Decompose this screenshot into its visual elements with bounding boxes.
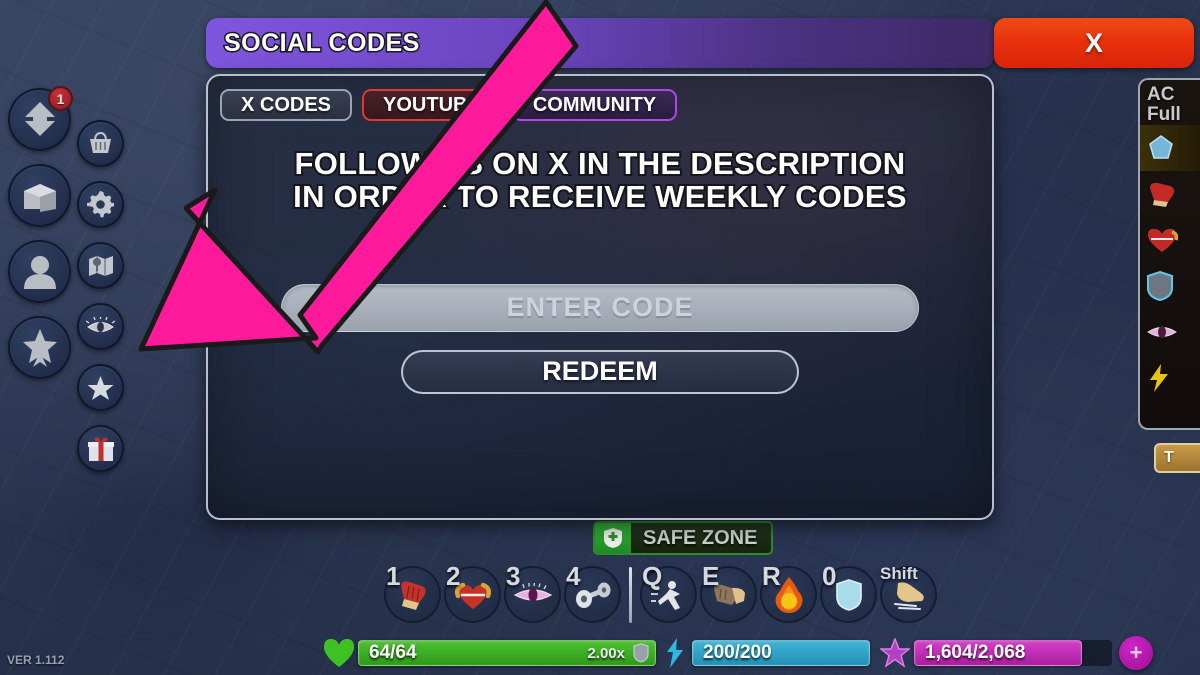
star-rank-icon <box>22 328 57 367</box>
hotbar-slot-4[interactable]: 4 <box>564 561 621 623</box>
sidebar-item-map[interactable] <box>77 242 124 289</box>
star-icon <box>87 375 114 400</box>
hotbar-slot-shift[interactable]: Shift <box>880 564 937 623</box>
sidebar-item-star[interactable] <box>77 364 124 411</box>
profile-person-icon <box>23 255 56 289</box>
right-side-panel[interactable]: AC Full <box>1138 78 1200 430</box>
shop-basket-icon <box>90 131 111 153</box>
sidebar-item-settings[interactable] <box>77 181 124 228</box>
hotbar-slot-1[interactable]: 1 <box>384 561 441 623</box>
gem-icon <box>1149 134 1173 159</box>
hotbar-key-e: E <box>702 561 720 591</box>
hotbar-slot-2[interactable]: 2 <box>444 561 501 623</box>
code-input-placeholder: ENTER CODE <box>506 292 694 323</box>
gift-icon <box>87 437 114 461</box>
stamina-bar: 200/200 <box>692 640 870 666</box>
right-panel-tag[interactable]: T <box>1154 443 1200 473</box>
right-panel-row-eye[interactable] <box>1140 309 1200 355</box>
stamina-bolt-icon <box>667 638 683 668</box>
heart-health-icon <box>324 639 354 667</box>
inventory-box-icon <box>23 183 56 212</box>
hotbar-key-shift: Shift <box>880 564 918 583</box>
hotbar-key-q: Q <box>642 561 663 591</box>
modal-titlebar: SOCIAL CODES X <box>206 18 1194 68</box>
headline-line-1: FOLLOW US ON X IN THE DESCRIPTION <box>293 144 908 182</box>
experience-track: 1,604/2,068 <box>914 640 1112 666</box>
code-input[interactable]: ENTER CODE <box>281 283 919 332</box>
sidebar-item-gift[interactable] <box>77 425 124 472</box>
modal-headline: FOLLOW US ON X IN THE DESCRIPTION IN ORD… <box>208 144 992 216</box>
tab-row: X CODES YOUTUBE COMMUNITY <box>208 76 992 121</box>
sidebar-secondary-column <box>77 88 124 472</box>
hotbar-key-3: 3 <box>506 561 521 591</box>
settings-gear-icon <box>87 191 114 218</box>
stat-bars: 64/64 2.00x 200/200 1,604/2,068 + <box>322 636 1153 670</box>
bolt-icon <box>1150 363 1168 392</box>
hotbar: 1 2 3 4 Q E R 0 Shift <box>384 561 937 623</box>
experience-value: 1,604/2,068 <box>925 642 1026 663</box>
shield-multiplier-icon <box>633 643 649 663</box>
tab-community[interactable]: COMMUNITY <box>511 89 678 121</box>
sidebar-item-eye[interactable] <box>77 303 124 350</box>
experience-bar: 1,604/2,068 <box>914 640 1082 666</box>
tab-youtube[interactable]: YOUTUBE <box>362 89 502 121</box>
headline-line-2: IN ORDER TO RECEIVE WEEKLY CODES <box>291 178 908 216</box>
eye-icon <box>86 316 115 332</box>
redeem-button[interactable]: REDEEM <box>401 349 799 394</box>
right-panel-row-heart[interactable] <box>1140 217 1200 263</box>
hotbar-key-r: R <box>762 561 781 591</box>
map-icon <box>88 255 113 276</box>
health-multiplier: 2.00x <box>587 644 625 662</box>
hotbar-key-4: 4 <box>566 561 581 591</box>
version-label: VER 1.112 <box>7 653 65 667</box>
right-panel-subtitle: Full <box>1147 103 1181 125</box>
safe-zone-label: SAFE ZONE <box>643 526 758 549</box>
social-codes-modal: SOCIAL CODES X X CODES YOUTUBE COMMUNITY… <box>206 18 1194 520</box>
sprint-foot-icon <box>893 581 924 610</box>
sidebar-item-profile[interactable] <box>8 240 71 303</box>
hotbar-slot-3[interactable]: 3 <box>504 561 561 623</box>
hotbar-slot-r[interactable]: R <box>760 561 817 623</box>
close-button[interactable]: X <box>994 18 1194 68</box>
hotbar-key-1: 1 <box>386 561 401 591</box>
eye-icon <box>1147 325 1177 338</box>
sidebar-item-upgrade[interactable]: 1 <box>8 86 73 151</box>
health-value: 64/64 <box>369 642 417 663</box>
add-button[interactable]: + <box>1119 636 1153 670</box>
tab-x-codes[interactable]: X CODES <box>220 89 353 121</box>
fist-icon <box>1150 182 1174 207</box>
shield-icon <box>1147 270 1173 301</box>
right-panel-row-shield[interactable] <box>1140 263 1200 309</box>
health-bar: 64/64 2.00x <box>358 640 656 666</box>
modal-body: X CODES YOUTUBE COMMUNITY FOLLOW US ON X… <box>206 74 994 520</box>
hotbar-divider <box>629 566 632 623</box>
stamina-value: 200/200 <box>703 642 772 663</box>
experience-star-icon <box>880 638 910 668</box>
right-panel-row-gem[interactable] <box>1140 124 1200 171</box>
status-badge-safe-zone: SAFE ZONE <box>593 521 774 555</box>
sidebar-item-shop[interactable] <box>77 120 124 167</box>
right-panel-title: AC <box>1147 84 1175 105</box>
right-panel-row-bolt[interactable] <box>1140 355 1200 401</box>
safe-zone-shield-icon <box>595 523 631 553</box>
page-title: SOCIAL CODES <box>223 27 421 58</box>
sidebar-item-rank[interactable] <box>8 316 71 379</box>
sidebar-upgrade-badge: 1 <box>48 86 73 111</box>
shield-icon <box>835 578 862 611</box>
hotbar-key-0: 0 <box>822 561 837 591</box>
sidebar-item-inventory[interactable] <box>8 164 71 227</box>
hotbar-key-2: 2 <box>446 561 461 591</box>
hotbar-slot-0[interactable]: 0 <box>820 561 877 623</box>
sidebar-primary-column: 1 <box>8 86 73 472</box>
heart-icon <box>1148 228 1178 252</box>
right-panel-row-fist[interactable] <box>1140 171 1200 217</box>
hotbar-slot-e[interactable]: E <box>700 561 757 623</box>
left-sidebar: 1 <box>8 86 124 472</box>
hotbar-slot-q[interactable]: Q <box>640 561 697 623</box>
